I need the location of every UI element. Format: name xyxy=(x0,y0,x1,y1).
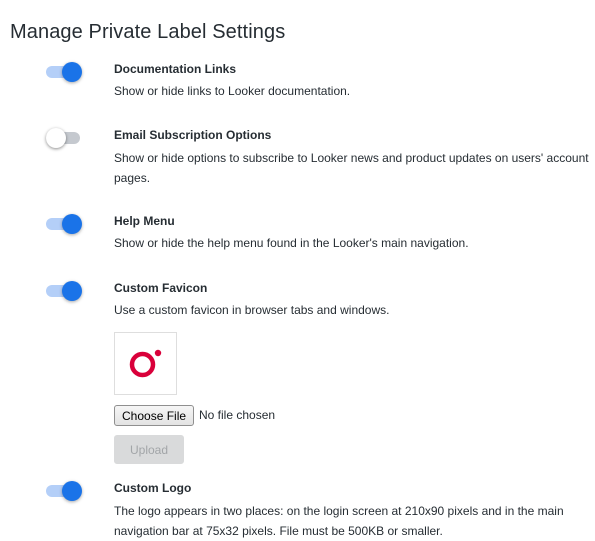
page-title: Manage Private Label Settings xyxy=(10,21,286,44)
setting-description: Show or hide links to Looker documentati… xyxy=(114,84,351,98)
setting-description: Show or hide options to subscribe to Loo… xyxy=(114,151,589,185)
choose-file-button[interactable]: Choose File xyxy=(114,405,195,426)
setting-title: Custom Logo xyxy=(114,481,192,495)
setting-description: Show or hide the help menu found in the … xyxy=(114,236,469,250)
help-menu-toggle[interactable] xyxy=(46,214,82,234)
email-subscription-options-toggle[interactable] xyxy=(46,128,82,148)
upload-button[interactable]: Upload xyxy=(114,435,184,464)
documentation-links-toggle[interactable] xyxy=(46,62,82,82)
toggle-knob xyxy=(62,281,82,301)
looker-o-logo-icon xyxy=(129,349,162,378)
toggle-knob xyxy=(46,128,66,148)
custom-favicon-toggle[interactable] xyxy=(46,281,82,301)
setting-description: The logo appears in two places: on the l… xyxy=(114,504,564,538)
setting-title: Custom Favicon xyxy=(114,281,208,295)
setting-title: Documentation Links xyxy=(114,62,237,76)
setting-title: Email Subscription Options xyxy=(114,128,272,142)
custom-logo-toggle[interactable] xyxy=(46,481,82,501)
favicon-preview xyxy=(114,332,177,395)
toggle-knob xyxy=(62,214,82,234)
toggle-knob xyxy=(62,481,82,501)
setting-description: Use a custom favicon in browser tabs and… xyxy=(114,303,390,317)
setting-title: Help Menu xyxy=(114,214,175,228)
no-file-chosen-text: No file chosen xyxy=(199,408,276,422)
toggle-knob xyxy=(62,62,82,82)
